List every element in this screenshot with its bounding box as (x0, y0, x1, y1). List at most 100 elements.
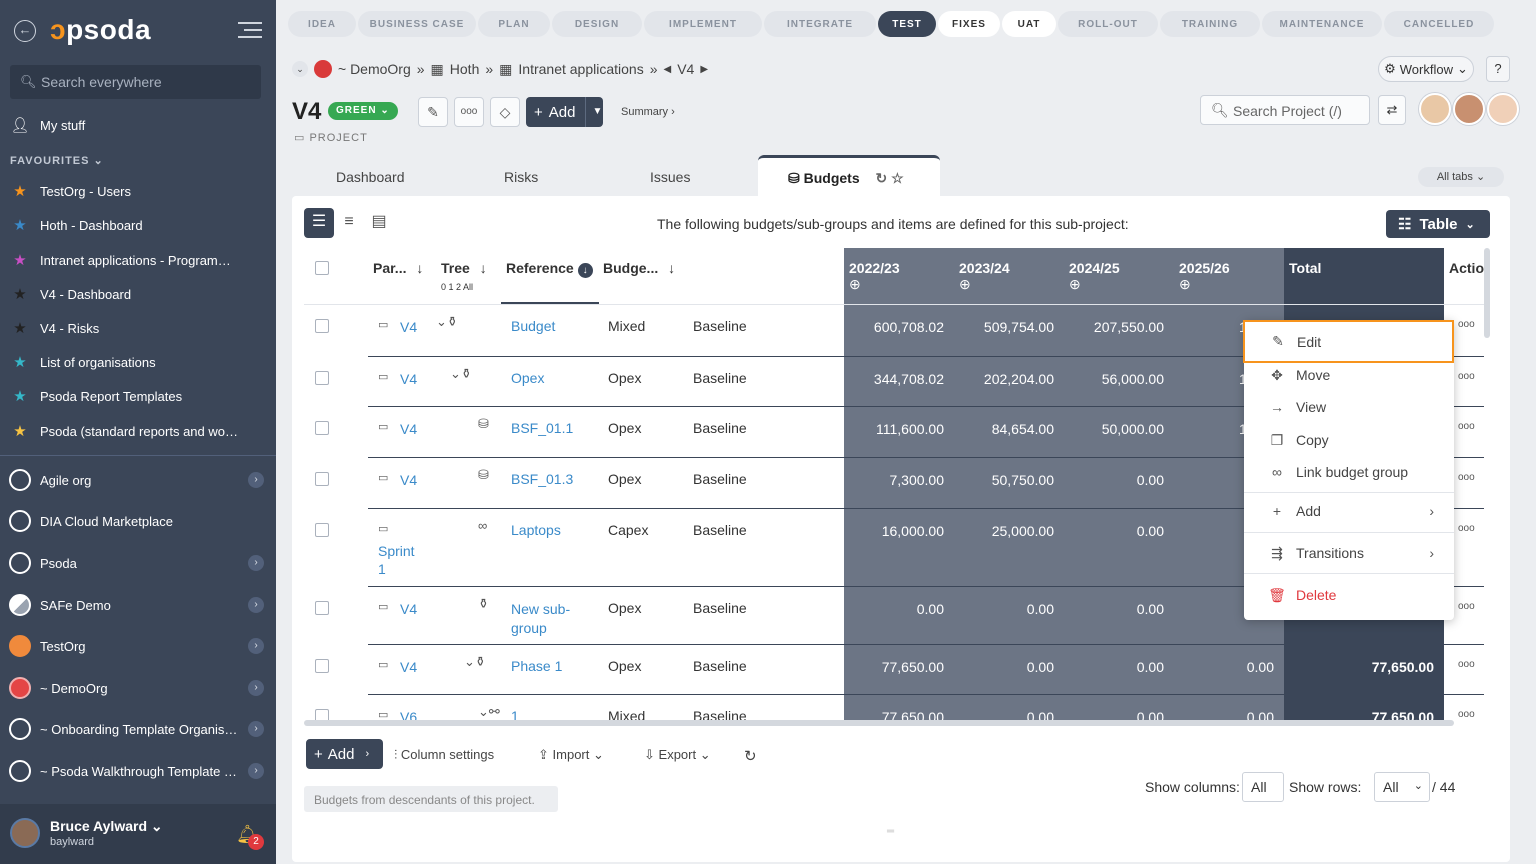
avatar[interactable] (1487, 93, 1519, 125)
breadcrumb-intranet[interactable]: Intranet applications (518, 61, 643, 77)
row-actions-icon[interactable]: ooo (1458, 709, 1475, 720)
star-icon[interactable]: ☆ (891, 170, 904, 186)
user-name[interactable]: Bruce Aylward ⌄ (50, 818, 163, 835)
stage-plan[interactable]: PLAN (478, 11, 550, 37)
row-actions-icon[interactable]: ooo (1458, 659, 1475, 670)
menu-copy[interactable]: ❐ Copy (1244, 424, 1454, 456)
chevron-down-icon[interactable]: ⌄ (292, 61, 308, 77)
col-2023[interactable]: 2023/24 ⊕ (959, 260, 1010, 316)
sidebar-org[interactable]: ~ DemoOrg › (0, 673, 276, 703)
row-actions-icon[interactable]: ooo (1458, 371, 1475, 382)
row-checkbox[interactable] (315, 601, 329, 615)
prev-icon[interactable]: ◀ (664, 64, 672, 75)
stage-cancelled[interactable]: CANCELLED (1384, 11, 1494, 37)
menu-edit[interactable]: ✎ Edit (1243, 320, 1454, 363)
parent-link[interactable]: V4 (400, 371, 417, 387)
show-rows-select[interactable]: All ⌄ (1374, 772, 1430, 802)
tree-icon[interactable]: ⛁ (478, 416, 489, 432)
avatar[interactable] (1453, 93, 1485, 125)
vertical-scrollbar[interactable] (1484, 248, 1490, 338)
breadcrumb-org[interactable]: ~ DemoOrg (338, 61, 411, 77)
reference-link[interactable]: BSF_01.1 (511, 420, 573, 436)
sidebar-favourite[interactable]: ★ Intranet applications - Programme... (0, 245, 276, 275)
menu-transitions[interactable]: ⇶ Transitions › (1244, 537, 1454, 569)
show-columns-select[interactable]: All (1242, 772, 1284, 802)
row-checkbox[interactable] (315, 472, 329, 486)
resize-handle-icon[interactable]: ═ (887, 826, 894, 837)
parent-link[interactable]: V6 (400, 709, 417, 720)
refresh-icon[interactable]: ↻ (744, 747, 757, 765)
reference-link[interactable]: Laptops (511, 522, 561, 538)
tab-dashboard[interactable]: Dashboard (336, 169, 405, 185)
global-search-input[interactable]: 🔍︎ Search everywhere (10, 65, 261, 99)
list-view-icon[interactable]: ☰ (304, 208, 334, 238)
tree-icon[interactable]: ⛁ (478, 467, 489, 483)
status-badge[interactable]: GREEN ⌄ (328, 102, 398, 120)
row-checkbox[interactable] (315, 421, 329, 435)
back-icon[interactable]: ← (14, 20, 36, 42)
tree-icon[interactable]: ⌄⚯ (478, 704, 500, 720)
row-checkbox[interactable] (315, 709, 329, 720)
row-checkbox[interactable] (315, 523, 329, 537)
stage-design[interactable]: DESIGN (552, 11, 642, 37)
chevron-right-icon[interactable]: › (248, 597, 264, 613)
parent-link[interactable]: V4 (400, 319, 417, 335)
sidebar-favourite[interactable]: ★ V4 - Risks (0, 313, 276, 343)
parent-link[interactable]: V4 (400, 472, 417, 488)
col-reference[interactable]: Reference ↓ (506, 260, 593, 316)
col-2024[interactable]: 2024/25 ⊕ (1069, 260, 1120, 316)
refresh-icon[interactable]: ↻ (876, 170, 888, 186)
parent-link[interactable]: V4 (400, 421, 417, 437)
stage-roll-out[interactable]: ROLL-OUT (1058, 11, 1158, 37)
col-budget[interactable]: Budge... ↓ (603, 260, 675, 316)
menu-add[interactable]: + Add › (1244, 495, 1454, 527)
breadcrumb-hoth[interactable]: Hoth (450, 61, 480, 77)
row-actions-icon[interactable]: ooo (1458, 319, 1475, 330)
sidebar-favourite[interactable]: ★ Psoda (standard reports and work... (0, 416, 276, 446)
tree-icon[interactable]: ⌄⚱ (450, 366, 472, 382)
stage-fixes[interactable]: FIXES (938, 11, 1000, 37)
export-button[interactable]: ⇩ Export ⌄ (644, 747, 711, 763)
row-checkbox[interactable] (315, 371, 329, 385)
tab-budgets[interactable]: ⛁ Budgets ↻ ☆ (758, 155, 940, 197)
stage-maintenance[interactable]: MAINTENANCE (1262, 11, 1382, 37)
add-button[interactable]: + Add ▼ (526, 97, 603, 127)
stage-business-case[interactable]: BUSINESS CASE (358, 11, 476, 37)
stage-idea[interactable]: IDEA (288, 11, 356, 37)
stage-training[interactable]: TRAINING (1160, 11, 1260, 37)
row-actions-icon[interactable]: ooo (1458, 601, 1475, 612)
horizontal-scrollbar[interactable] (304, 720, 1454, 726)
psoda-logo[interactable]: ↄpsoda (50, 14, 151, 46)
reference-link[interactable]: BSF_01.3 (511, 471, 573, 487)
row-actions-icon[interactable]: ooo (1458, 523, 1475, 534)
tree-icon[interactable]: ⌄⚱ (464, 654, 486, 670)
sidebar-favourite[interactable]: ★ List of organisations (0, 347, 276, 377)
menu-move[interactable]: ✥ Move (1244, 359, 1454, 391)
import-button[interactable]: ⇪ Import ⌄ (538, 747, 604, 763)
sidebar-favourite[interactable]: ★ TestOrg - Users (0, 176, 276, 206)
tree-icon[interactable]: ⌄⚱ (436, 314, 458, 330)
sidebar-org[interactable]: SAFe Demo › (0, 590, 276, 620)
sidebar-favourite[interactable]: ★ V4 - Dashboard (0, 279, 276, 309)
add-row-button[interactable]: + Add › (306, 739, 383, 769)
col-parent[interactable]: Par... ↓ (373, 260, 423, 316)
stage-test[interactable]: TEST (878, 11, 936, 37)
menu-view[interactable]: → View (1244, 391, 1454, 423)
all-tabs-dropdown[interactable]: All tabs ⌄ (1418, 167, 1504, 187)
collapse-sidebar-icon[interactable] (238, 22, 262, 38)
select-all-checkbox[interactable] (315, 261, 329, 275)
stage-uat[interactable]: UAT (1002, 11, 1056, 37)
chevron-right-icon[interactable]: › (248, 555, 264, 571)
tab-issues[interactable]: Issues (650, 169, 690, 185)
compact-view-icon[interactable]: ≡ (334, 208, 364, 238)
chevron-right-icon[interactable]: › (248, 638, 264, 654)
stage-implement[interactable]: IMPLEMENT (644, 11, 762, 37)
sidebar-favourite[interactable]: ★ Hoth - Dashboard (0, 210, 276, 240)
tab-risks[interactable]: Risks (504, 169, 538, 185)
edit-button[interactable]: ✎ (418, 97, 448, 127)
reference-link[interactable]: Phase 1 (511, 658, 562, 674)
parent-link[interactable]: V4 (400, 601, 417, 617)
column-settings-button[interactable]: ⫶ Column settings (394, 747, 494, 763)
more-button[interactable]: ooo (454, 97, 484, 127)
tree-icon[interactable]: ⚱ (478, 596, 489, 612)
